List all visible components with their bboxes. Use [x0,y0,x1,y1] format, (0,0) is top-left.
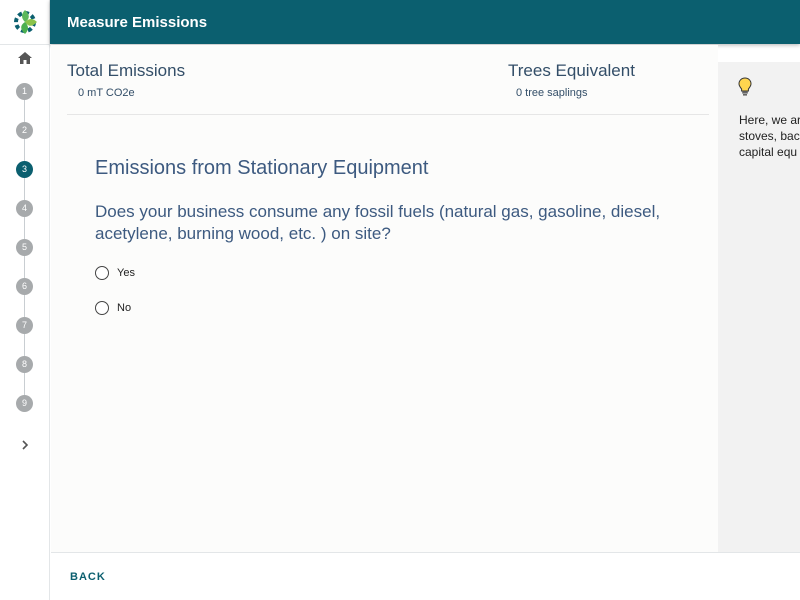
option-yes-label: Yes [117,267,135,279]
step-1[interactable]: 1 [16,83,33,100]
rail-divider [0,44,50,45]
left-rail: 1 2 3 4 5 6 7 8 9 [0,0,50,600]
tips-panel: Here, we ar stoves, bac capital equ [718,62,800,552]
step-3-active[interactable]: 3 [16,161,33,178]
main-content: Total Emissions 0 mT CO2e Trees Equivale… [51,45,718,552]
option-no[interactable]: No [95,299,131,317]
radio-no[interactable] [95,301,109,315]
total-emissions-value: 0 mT CO2e [78,87,135,99]
question-text: Does your business consume any fossil fu… [95,202,661,243]
option-no-label: No [117,302,132,314]
tip-text: Here, we ar stoves, bac capital equ [739,113,800,159]
radio-yes[interactable] [95,266,109,280]
trees-equivalent-label: Trees Equivalent [508,61,635,80]
step-7[interactable]: 7 [16,317,33,334]
step-9[interactable]: 9 [16,395,33,412]
emissions-summary: Total Emissions 0 mT CO2e Trees Equivale… [67,45,709,115]
back-button[interactable]: BACK [70,571,106,583]
total-emissions-label: Total Emissions [67,61,186,80]
footer-bar: BACK [51,552,800,600]
page-title: Measure Emissions [67,14,208,31]
app-header: Measure Emissions [50,0,800,44]
step-4[interactable]: 4 [16,200,33,217]
step-8[interactable]: 8 [16,356,33,373]
home-icon[interactable] [17,50,33,66]
section-heading: Emissions from Stationary Equipment [95,157,429,179]
logo-icon [14,10,37,34]
step-6[interactable]: 6 [16,278,33,295]
trees-equivalent-value: 0 tree saplings [516,87,588,99]
option-yes[interactable]: Yes [95,264,135,282]
chevron-right-icon[interactable] [16,436,34,454]
step-2[interactable]: 2 [16,122,33,139]
step-5[interactable]: 5 [16,239,33,256]
lightbulb-icon [738,77,752,96]
